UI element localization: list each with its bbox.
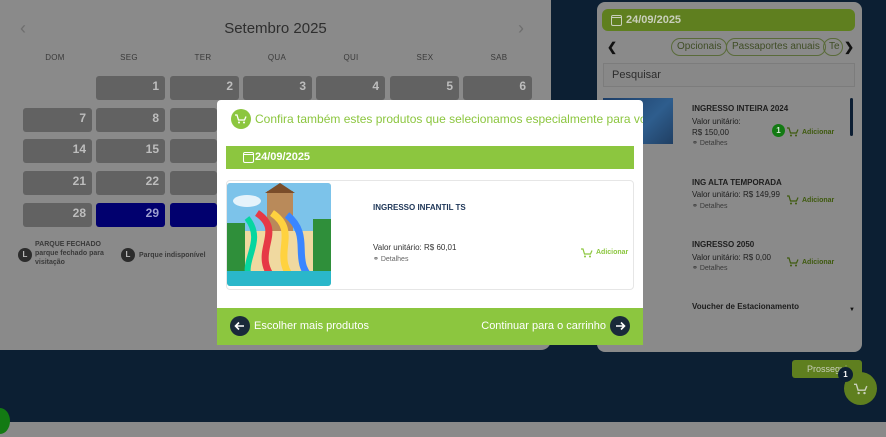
legend-closed-desc: visitação	[35, 259, 65, 266]
weekday-label: QUI	[343, 53, 359, 62]
cart-icon	[231, 109, 251, 129]
calendar-day[interactable]	[170, 139, 217, 163]
legend-closed-title: PARQUE FECHADO	[35, 241, 101, 248]
legend-closed-desc: parque fechado para	[35, 250, 104, 257]
recommendation-modal: Confira também estes produtos que seleci…	[217, 100, 643, 345]
tab-opcionais[interactable]: Opcionais	[671, 38, 728, 56]
product-price: Valor unitário: R$ 0,00	[692, 253, 772, 262]
tab-te[interactable]: Te	[823, 38, 843, 56]
add-to-cart-icon[interactable]	[581, 248, 593, 258]
scroll-down-icon[interactable]: ▼	[849, 307, 855, 313]
legend-closed-text: PARQUE FECHADO parque fechado para visit…	[35, 240, 104, 267]
weekday-label: TER	[194, 53, 212, 62]
modal-date: 24/09/2025	[255, 151, 311, 163]
product-price: Valor unitário: R$ 149,99	[692, 190, 780, 199]
calendar-day[interactable]: 7	[23, 108, 92, 132]
legend-unavailable-text: Parque indisponível	[139, 252, 206, 259]
back-to-products-label: Escolher mais produtos	[254, 320, 369, 332]
continue-to-cart-button[interactable]: Continuar para o carrinho	[481, 316, 630, 336]
calendar-day[interactable]: 14	[23, 139, 92, 163]
calendar-day[interactable]: 21	[23, 171, 92, 195]
add-button[interactable]: Adicionar	[802, 259, 834, 266]
add-to-cart-icon[interactable]	[787, 127, 799, 137]
calendar-icon	[243, 152, 254, 163]
back-to-products-button[interactable]: Escolher mais produtos	[230, 316, 369, 336]
weekday-label: SAB	[490, 53, 508, 62]
offer-product-price: Valor unitário: R$ 60,01	[373, 243, 457, 252]
calendar-day[interactable]: 6	[463, 76, 532, 100]
product-name: INGRESSO INTEIRA 2024	[692, 104, 789, 113]
weekday-label: SEX	[416, 53, 434, 62]
tabs-next-icon[interactable]: ❯	[844, 40, 854, 54]
calendar-day-selected[interactable]	[170, 203, 217, 227]
product-quantity-badge: 1	[772, 124, 785, 137]
calendar-day[interactable]	[170, 108, 217, 132]
offer-details-link[interactable]: ⚭ Detalhes	[373, 255, 408, 263]
product-price: R$ 150,00	[692, 128, 729, 137]
product-image	[227, 183, 331, 286]
product-details-link[interactable]: ⚭ Detalhes	[692, 139, 727, 147]
add-button[interactable]: Adicionar	[802, 197, 834, 204]
modal-footer: Escolher mais produtos Continuar para o …	[217, 308, 643, 345]
weekday-label: DOM	[45, 53, 65, 62]
calendar-day[interactable]: 28	[23, 203, 92, 227]
calendar-day[interactable]: 2	[170, 76, 239, 100]
calendar-icon	[611, 15, 622, 26]
modal-title: Confira também estes produtos que seleci…	[255, 112, 643, 126]
offer-card: INGRESSO INFANTIL TS Valor unitário: R$ …	[226, 180, 634, 290]
selected-date-bar: 24/09/2025	[602, 9, 855, 31]
weekday-label: QUA	[267, 53, 287, 62]
add-button[interactable]: Adicionar	[802, 129, 834, 136]
next-month-icon[interactable]: ›	[518, 18, 524, 39]
unavailable-park-icon: L	[121, 248, 135, 262]
calendar-day[interactable]: 1	[96, 76, 165, 100]
calendar-month-title: Setembro 2025	[224, 20, 327, 37]
closed-park-icon: L	[18, 248, 32, 262]
selected-date: 24/09/2025	[626, 14, 682, 26]
add-to-cart-icon[interactable]	[787, 257, 799, 267]
cart-icon	[854, 383, 868, 395]
modal-date-bar: 24/09/2025	[226, 146, 634, 169]
tabs-prev-icon[interactable]: ❮	[607, 40, 617, 54]
product-details-link[interactable]: ⚭ Detalhes	[692, 202, 727, 210]
add-to-cart-icon[interactable]	[787, 195, 799, 205]
footer-bar	[0, 422, 886, 437]
product-name: Voucher de Estacionamento	[692, 302, 799, 311]
calendar-day[interactable]	[170, 171, 217, 195]
product-list-scrollbar[interactable]	[850, 98, 853, 136]
arrow-right-icon	[610, 316, 630, 336]
calendar-day[interactable]: 5	[390, 76, 459, 100]
weekday-label: SEG	[120, 53, 138, 62]
product-name: ING ALTA TEMPORADA	[692, 178, 782, 187]
offer-product-name: INGRESSO INFANTIL TS	[373, 203, 466, 212]
calendar-day[interactable]: 22	[96, 171, 165, 195]
calendar-day[interactable]: 8	[96, 108, 165, 132]
offer-add-button[interactable]: Adicionar	[596, 249, 628, 256]
calendar-day[interactable]: 3	[243, 76, 312, 100]
product-details-link[interactable]: ⚭ Detalhes	[692, 264, 727, 272]
cart-count-badge: 1	[838, 367, 853, 382]
product-price-label: Valor unitário:	[692, 117, 741, 126]
calendar-day[interactable]: 4	[316, 76, 385, 100]
product-name: INGRESSO 2050	[692, 240, 755, 249]
calendar-day-selected[interactable]: 29	[96, 203, 165, 227]
tab-passaportes-anuais[interactable]: Passaportes anuais	[726, 38, 826, 56]
arrow-left-icon	[230, 316, 250, 336]
continue-to-cart-label: Continuar para o carrinho	[481, 320, 606, 332]
search-input[interactable]: Pesquisar	[603, 63, 855, 87]
calendar-day[interactable]: 15	[96, 139, 165, 163]
